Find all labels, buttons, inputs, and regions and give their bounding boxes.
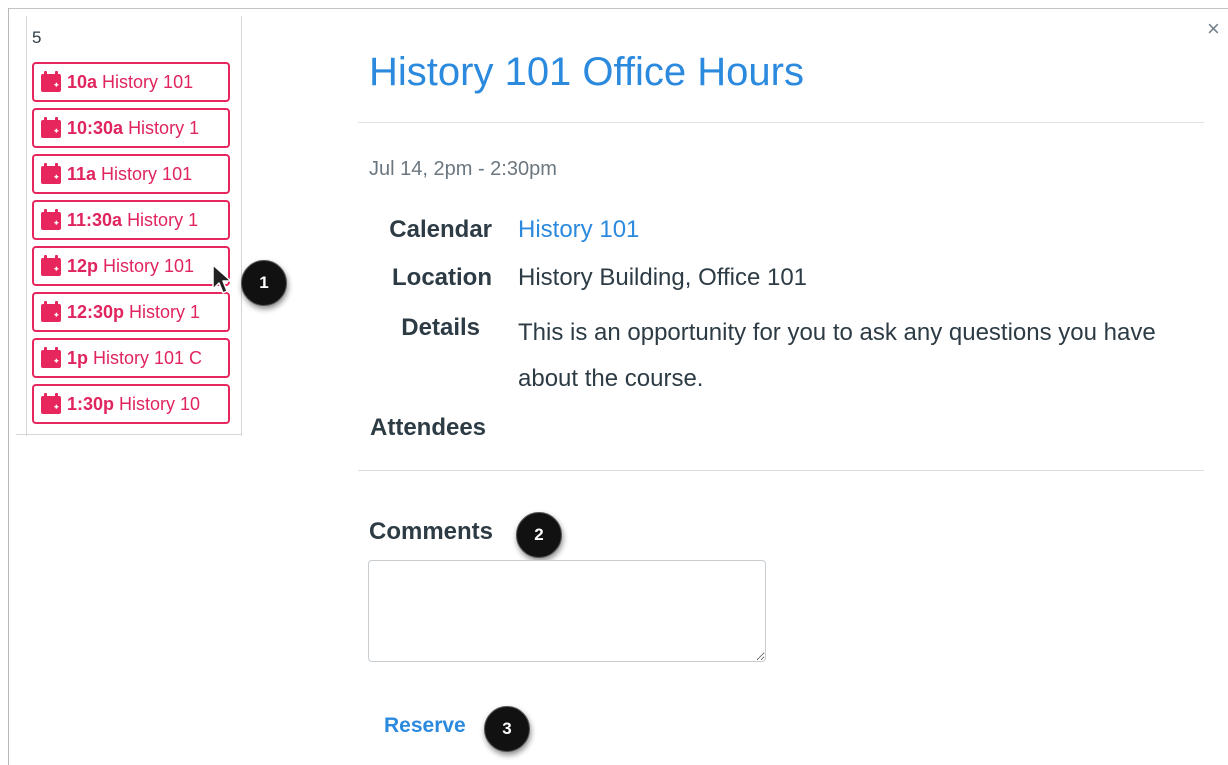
close-button[interactable]: × — [1207, 18, 1220, 40]
calendar-plus-icon — [41, 347, 61, 368]
location-label: Location — [392, 264, 492, 291]
details-value: This is an opportunity for you to ask an… — [518, 319, 1156, 392]
calendar-label: Calendar — [389, 216, 492, 243]
appointment-slot[interactable]: 10a History 101 — [32, 62, 230, 102]
calendar-plus-icon — [41, 255, 61, 276]
slot-label: History 1 — [127, 209, 199, 230]
calendar-plus-icon — [41, 71, 61, 92]
calendar-plus-icon — [41, 117, 61, 138]
attendees-divider — [358, 470, 1204, 471]
slot-label: History 101 — [101, 163, 193, 184]
calendar-plus-icon — [41, 301, 61, 322]
slot-time: 11:30a — [67, 209, 123, 230]
window-top-border — [8, 8, 1228, 9]
event-date-range: Jul 14, 2pm - 2:30pm — [369, 158, 557, 180]
calendar-day-divider — [16, 434, 242, 435]
slot-time: 1p — [67, 347, 89, 368]
appointment-slot[interactable]: 12:30p History 1 — [32, 292, 230, 332]
attendees-label: Attendees — [370, 414, 487, 441]
appointment-slot[interactable]: 1:30p History 10 — [32, 384, 230, 424]
slot-time: 1:30p — [67, 393, 115, 414]
slot-label: History 1 — [128, 117, 200, 138]
slot-label: History 1 — [129, 301, 201, 322]
callout-badge-1: 1 — [241, 260, 287, 306]
appointment-slot[interactable]: 10:30a History 1 — [32, 108, 230, 148]
appointment-slot[interactable]: 11a History 101 — [32, 154, 230, 194]
slot-time: 11a — [67, 163, 97, 184]
event-title: History 101 Office Hours — [369, 50, 804, 94]
appointment-slot[interactable]: 1p History 101 C — [32, 338, 230, 378]
comments-textarea[interactable] — [368, 560, 766, 662]
callout-badge-2: 2 — [516, 512, 562, 558]
callout-badge-3: 3 — [484, 706, 530, 752]
page: 5 10a History 101 10:30a History 1 11a Histor… — [0, 0, 1228, 765]
calendar-link[interactable]: History 101 — [518, 216, 639, 244]
location-value: History Building, Office 101 — [518, 264, 808, 291]
appointment-slot[interactable]: 12p History 101 — [32, 246, 230, 286]
appointment-slot[interactable]: 11:30a History 1 — [32, 200, 230, 240]
reserve-button[interactable]: Reserve — [384, 714, 466, 738]
slot-label: History 101 — [103, 255, 195, 276]
title-divider — [358, 122, 1204, 123]
slot-time: 10a — [67, 71, 98, 92]
calendar-plus-icon — [41, 163, 61, 184]
slot-label: History 101 C — [93, 347, 203, 368]
calendar-plus-icon — [41, 209, 61, 230]
details-label: Details — [401, 314, 480, 341]
calendar-plus-icon — [41, 393, 61, 414]
day-number: 5 — [32, 28, 42, 47]
slot-label: History 10 — [119, 393, 201, 414]
slot-time: 12p — [67, 255, 99, 276]
mouse-cursor-icon — [212, 264, 232, 294]
window-left-border — [8, 8, 9, 765]
slot-label: History 101 — [102, 71, 194, 92]
slot-time: 10:30a — [67, 117, 124, 138]
comments-label: Comments — [369, 518, 494, 545]
slot-time: 12:30p — [67, 301, 125, 322]
